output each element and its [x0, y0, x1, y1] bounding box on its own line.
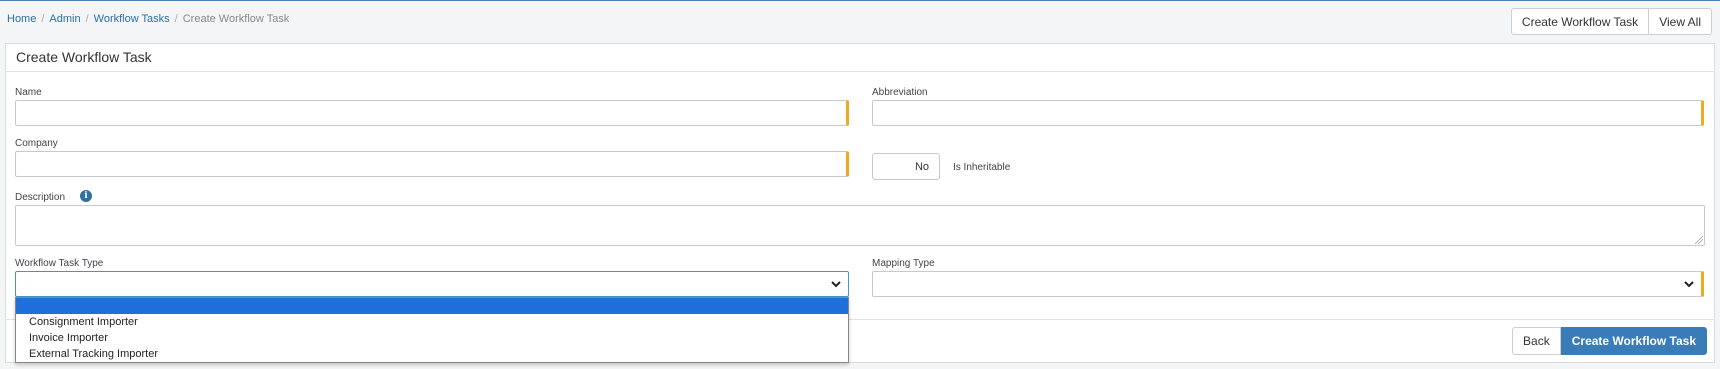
- top-bar: Home / Admin / Workflow Tasks / Create Workflo…: [0, 1, 1720, 41]
- workflow-task-type-dropdown: Consignment Importer Invoice Importer Ex…: [15, 297, 849, 363]
- back-button[interactable]: Back: [1512, 327, 1561, 355]
- toggle-value: No: [914, 160, 929, 173]
- dropdown-option[interactable]: [16, 298, 848, 314]
- workflow-task-type-select[interactable]: [15, 271, 849, 297]
- description-label: Description: [15, 192, 66, 203]
- dropdown-option[interactable]: Consignment Importer: [16, 314, 848, 330]
- breadcrumb: Home / Admin / Workflow Tasks / Create Workflo…: [7, 13, 290, 25]
- dropdown-option[interactable]: Invoice Importer: [16, 330, 848, 346]
- create-workflow-task-button[interactable]: Create Workflow Task: [1510, 8, 1650, 35]
- panel-title: Create Workflow Task: [6, 44, 1714, 72]
- abbreviation-input[interactable]: [872, 100, 1704, 126]
- breadcrumb-current: Create Workflow Task: [182, 13, 290, 25]
- abbreviation-label: Abbreviation: [872, 87, 928, 98]
- info-icon[interactable]: i: [80, 190, 92, 202]
- description-textarea[interactable]: [15, 205, 1705, 246]
- name-input[interactable]: [15, 100, 849, 126]
- breadcrumb-admin[interactable]: Admin: [49, 13, 80, 25]
- view-all-button[interactable]: View All: [1649, 8, 1712, 35]
- mapping-type-label: Mapping Type: [872, 258, 935, 269]
- form-actions: Back Create Workflow Task: [1512, 327, 1707, 355]
- chevron-down-icon: [1684, 281, 1694, 288]
- company-label: Company: [15, 138, 58, 149]
- mapping-type-select[interactable]: [872, 271, 1704, 297]
- breadcrumb-home[interactable]: Home: [7, 13, 36, 25]
- company-input[interactable]: [15, 151, 849, 177]
- chevron-down-icon: [831, 281, 841, 288]
- is-inheritable-toggle[interactable]: No: [872, 153, 940, 180]
- workflow-task-type-label: Workflow Task Type: [15, 258, 104, 269]
- resize-handle-icon[interactable]: [1695, 236, 1703, 244]
- name-label: Name: [15, 87, 42, 98]
- is-inheritable-label: Is Inheritable: [953, 162, 1011, 173]
- dropdown-option[interactable]: External Tracking Importer: [16, 346, 848, 362]
- breadcrumb-workflow-tasks[interactable]: Workflow Tasks: [94, 13, 170, 25]
- submit-create-workflow-task-button[interactable]: Create Workflow Task: [1560, 327, 1707, 355]
- top-actions: Create Workflow Task View All: [1510, 8, 1712, 35]
